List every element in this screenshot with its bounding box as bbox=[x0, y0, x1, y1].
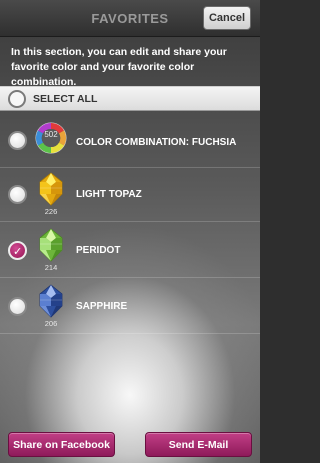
send-email-button[interactable]: Send E-Mail bbox=[145, 432, 252, 457]
item-code: 214 bbox=[44, 263, 58, 272]
share-on-facebook-button[interactable]: Share on Facebook bbox=[8, 432, 115, 457]
item-radio[interactable] bbox=[8, 131, 27, 150]
item-label: LIGHT TOPAZ bbox=[76, 188, 142, 200]
item-code: 502 bbox=[44, 130, 58, 139]
item-radio[interactable] bbox=[8, 185, 27, 204]
favorites-screen: FAVORITES Cancel In this section, you ca… bbox=[0, 0, 260, 463]
crystal-bead-icon bbox=[39, 228, 63, 262]
cancel-button[interactable]: Cancel bbox=[203, 6, 251, 30]
list-item-color-combination[interactable]: 502 COLOR COMBINATION: FUCHSIA bbox=[0, 112, 260, 168]
select-all-label: SELECT ALL bbox=[33, 93, 98, 105]
checkmark-icon: ✓ bbox=[13, 246, 23, 258]
item-radio[interactable] bbox=[8, 297, 27, 316]
nav-bar: FAVORITES Cancel bbox=[0, 0, 260, 37]
item-label: PERIDOT bbox=[76, 244, 121, 256]
item-code: 206 bbox=[44, 319, 58, 328]
select-all-radio[interactable] bbox=[8, 90, 26, 108]
item-radio[interactable]: ✓ bbox=[8, 241, 27, 260]
item-label: COLOR COMBINATION: FUCHSIA bbox=[76, 136, 237, 148]
item-code: 226 bbox=[44, 207, 58, 216]
list-item-sapphire[interactable]: 206 SAPPHIRE bbox=[0, 278, 260, 334]
intro-text: In this section, you can edit and share … bbox=[11, 46, 227, 88]
crystal-bead-icon bbox=[39, 172, 63, 206]
list-item-peridot[interactable]: ✓ 214 PERIDOT bbox=[0, 222, 260, 278]
crystal-bead-icon bbox=[39, 284, 63, 318]
item-label: SAPPHIRE bbox=[76, 300, 128, 312]
list-item-light-topaz[interactable]: 226 LIGHT TOPAZ bbox=[0, 166, 260, 222]
select-all-row[interactable]: SELECT ALL bbox=[0, 86, 260, 111]
